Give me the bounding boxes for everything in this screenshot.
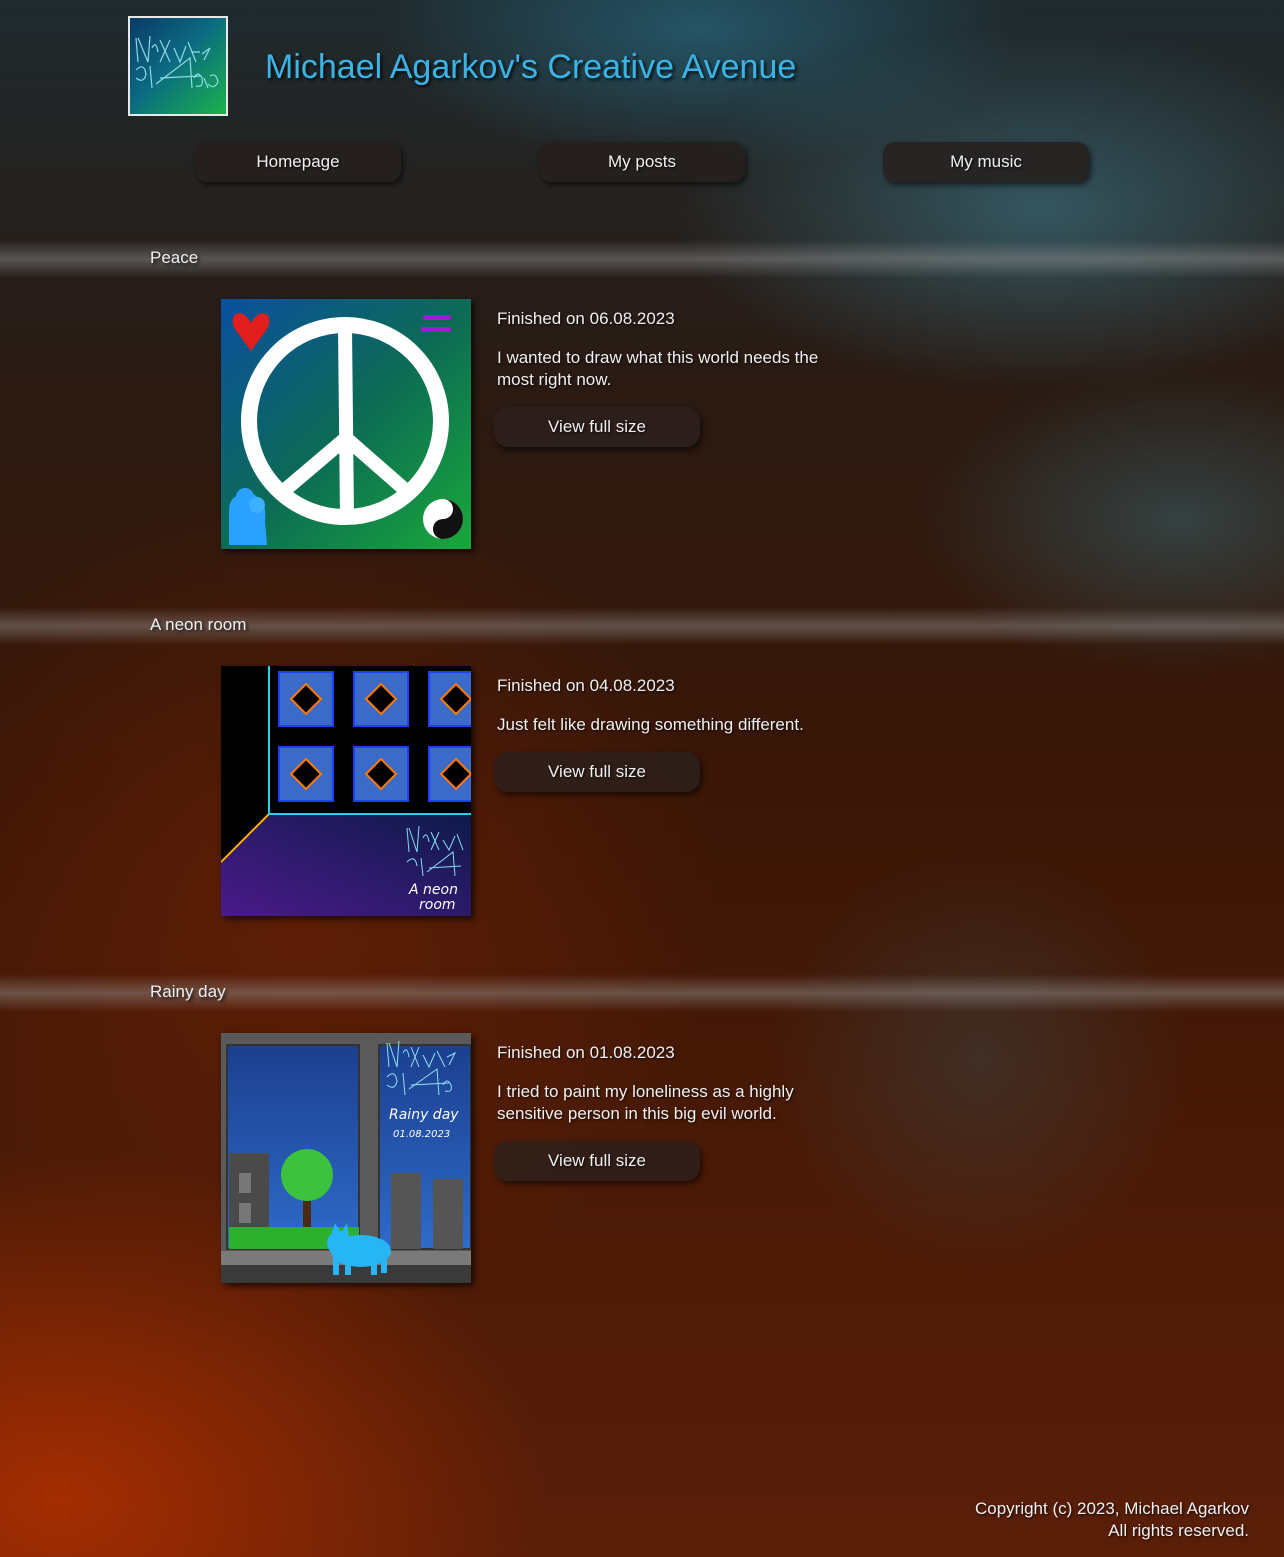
footer: Copyright (c) 2023, Michael Agarkov All … <box>975 1498 1249 1542</box>
rainy-day-artwork-image[interactable]: Rainy day 01.08.2023 <box>221 1033 471 1283</box>
post-title: A neon room <box>150 615 247 634</box>
nav-my-posts-button[interactable]: My posts <box>539 142 745 182</box>
post-title: Rainy day <box>150 982 226 1001</box>
view-full-size-button[interactable]: View full size <box>494 407 700 447</box>
neon-room-artwork-image[interactable]: A neon room <box>221 666 471 916</box>
footer-copyright: Copyright (c) 2023, Michael Agarkov <box>974 1499 1249 1518</box>
post-date: Finished on 04.08.2023 <box>497 676 675 695</box>
post-date: Finished on 06.08.2023 <box>497 309 675 328</box>
nav-my-music-button[interactable]: My music <box>883 142 1089 182</box>
logo-signature-image <box>135 35 219 89</box>
post-description: I wanted to draw what this world needs t… <box>497 348 819 389</box>
post-description: I tried to paint my loneliness as a high… <box>497 1082 794 1123</box>
artwork-caption: A neon <box>408 882 458 898</box>
artwork-caption: Rainy day <box>389 1107 459 1123</box>
post-date: Finished on 01.08.2023 <box>497 1043 675 1062</box>
site-logo[interactable] <box>128 16 228 116</box>
view-full-size-button[interactable]: View full size <box>494 1141 700 1181</box>
svg-text:01.08.2023: 01.08.2023 <box>393 1129 450 1140</box>
peace-artwork-image[interactable] <box>221 299 471 549</box>
site-title[interactable]: Michael Agarkov's Creative Avenue <box>265 48 796 87</box>
view-full-size-button[interactable]: View full size <box>494 752 700 792</box>
svg-text:room: room <box>419 897 456 913</box>
post-description: Just felt like drawing something differe… <box>497 715 804 734</box>
post-title: Peace <box>150 248 199 267</box>
nav-homepage-button[interactable]: Homepage <box>195 142 401 182</box>
footer-rights: All rights reserved. <box>1108 1521 1249 1540</box>
